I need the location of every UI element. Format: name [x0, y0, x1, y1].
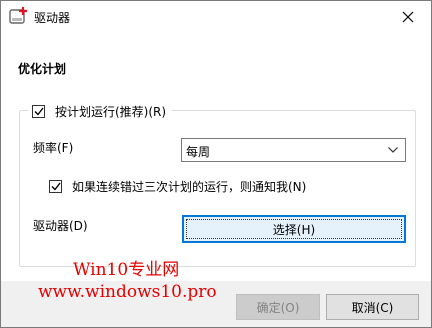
watermark-line-1: Win10专业网 — [73, 260, 180, 280]
notify-missed-checkbox[interactable]: 如果连续错过三次计划的运行，则通知我(N) — [49, 178, 306, 195]
frequency-select[interactable]: 每周 — [181, 138, 406, 162]
close-button[interactable] — [385, 1, 431, 32]
cancel-label: 取消(C) — [351, 300, 394, 315]
run-on-schedule-check-icon[interactable] — [32, 104, 45, 118]
focus-rectangle — [186, 219, 402, 239]
notify-missed-check-icon[interactable] — [49, 180, 62, 193]
watermark-line-2: www.windows10.pro — [38, 282, 217, 302]
section-title: 优化计划 — [18, 62, 67, 76]
drives-label: 驱动器(D) — [33, 219, 88, 233]
run-on-schedule-checkbox[interactable]: 按计划运行(推荐)(R) — [28, 102, 173, 120]
choose-drives-button[interactable]: 选择(H) — [182, 215, 406, 243]
ok-button[interactable]: 确定(O) — [236, 294, 320, 320]
app-icon — [9, 6, 29, 26]
run-on-schedule-label: 按计划运行(推荐)(R) — [55, 104, 167, 119]
frequency-value: 每周 — [186, 145, 211, 159]
window-title: 驱动器 — [34, 11, 71, 25]
close-icon — [402, 11, 414, 22]
frequency-label: 频率(F) — [33, 141, 74, 155]
dialog-window: 驱动器 优化计划 按计划运行(推荐)(R) 频率(F) 每周 如果连续错过三次计… — [0, 0, 432, 328]
chevron-down-icon — [388, 147, 398, 153]
notify-missed-label: 如果连续错过三次计划的运行，则通知我(N) — [72, 180, 307, 194]
title-bar[interactable]: 驱动器 — [1, 1, 431, 32]
cancel-button[interactable]: 取消(C) — [326, 294, 419, 320]
ok-label: 确定(O) — [256, 300, 300, 315]
